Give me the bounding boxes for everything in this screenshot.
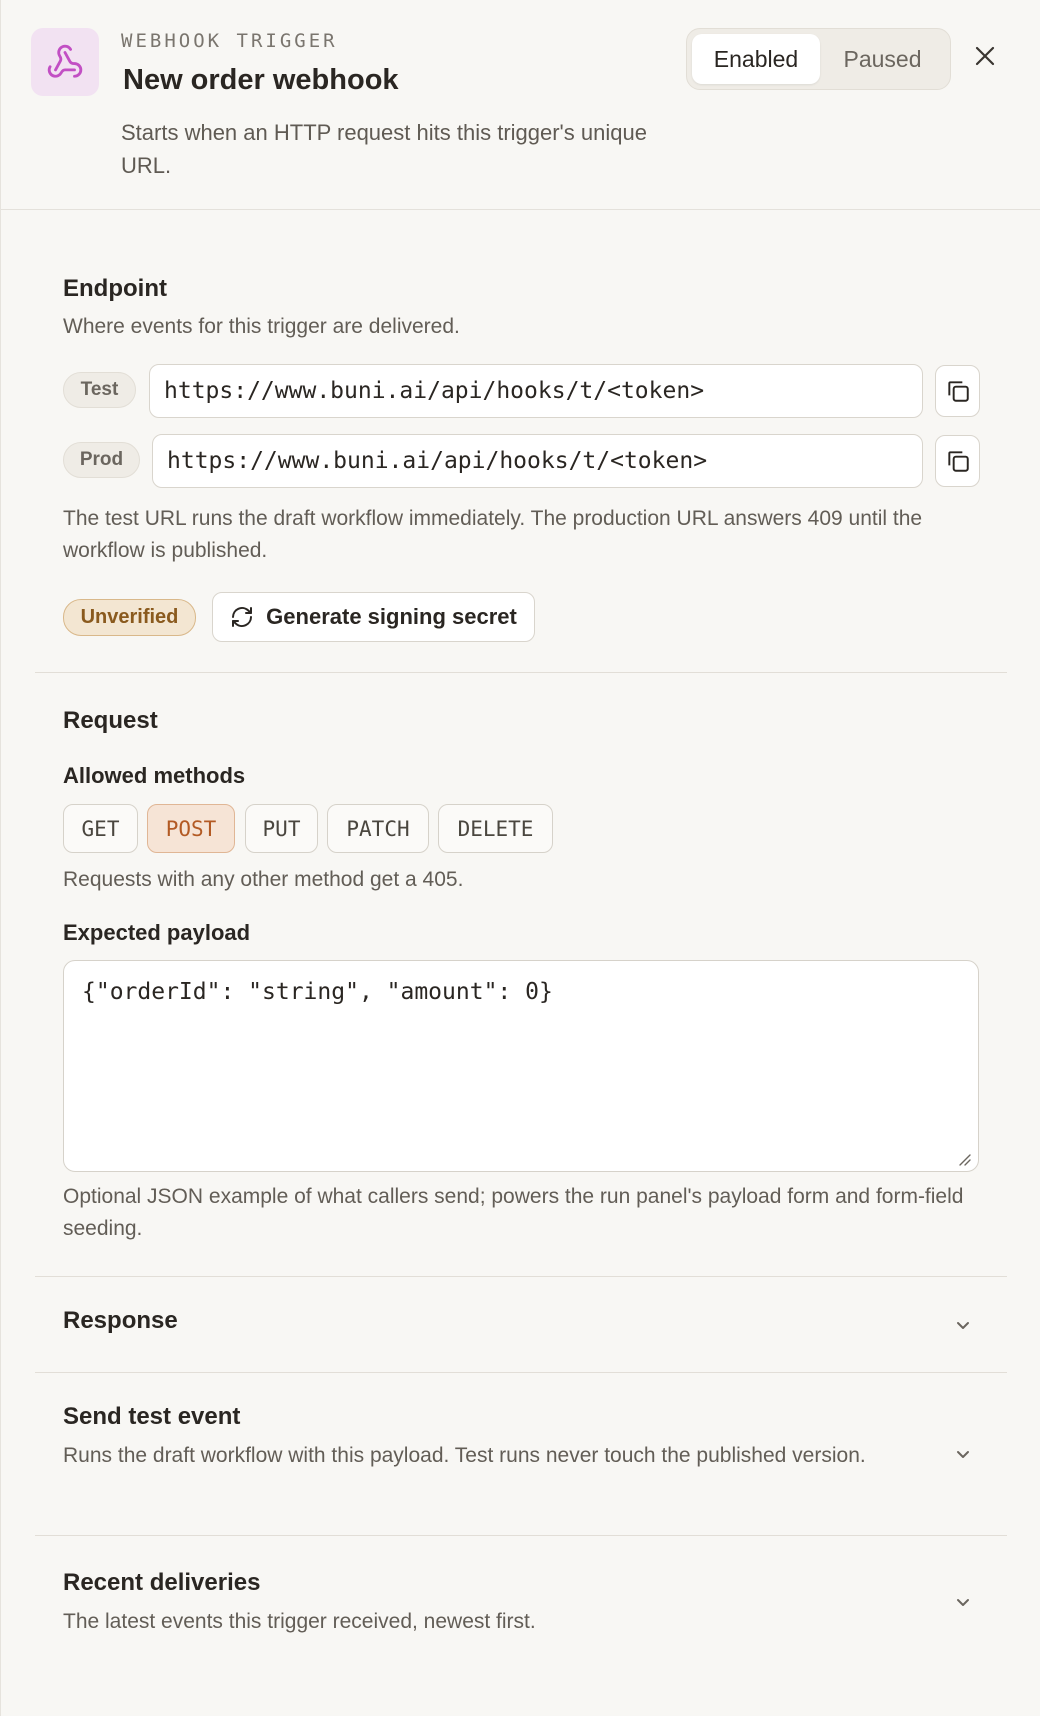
method-post-button[interactable]: POST (147, 804, 235, 853)
prod-env-badge: Prod (63, 442, 140, 478)
test-env-badge: Test (63, 372, 136, 408)
generate-signing-secret-button[interactable]: Generate signing secret (212, 592, 535, 642)
allowed-methods-label: Allowed methods (63, 763, 246, 788)
status-paused-button[interactable]: Paused (820, 34, 945, 84)
endpoint-heading: Endpoint (63, 275, 167, 302)
payload-note: Optional JSON example of what callers se… (63, 1185, 964, 1240)
response-section-toggle[interactable]: Response (35, 1277, 1007, 1372)
copy-icon (947, 451, 969, 472)
expected-payload-textarea[interactable]: {"orderId": "string", "amount": 0} (63, 960, 979, 1172)
panel-header: WEBHOOK TRIGGER New order webhook Starts… (1, 0, 1040, 210)
recent-deliveries-section-toggle[interactable]: Recent deliveries The latest events this… (35, 1536, 1007, 1666)
request-heading: Request (63, 707, 158, 734)
webhook-icon (31, 28, 99, 96)
close-button[interactable] (969, 40, 1001, 72)
send-test-section-toggle[interactable]: Send test event Runs the draft workflow … (35, 1373, 1007, 1535)
close-icon (975, 46, 995, 66)
test-url-input[interactable] (149, 364, 923, 418)
recent-deliveries-heading: Recent deliveries (63, 1569, 261, 1596)
webhook-trigger-panel: WEBHOOK TRIGGER New order webhook Starts… (0, 0, 1040, 1716)
copy-icon (947, 381, 969, 402)
endpoint-description: Where events for this trigger are delive… (63, 315, 460, 338)
expected-payload-label: Expected payload (63, 920, 251, 945)
panel-subtitle: Starts when an HTTP request hits this tr… (121, 120, 647, 178)
copy-test-url-button[interactable] (935, 365, 980, 417)
status-enabled-button[interactable]: Enabled (692, 34, 820, 84)
send-test-description: Runs the draft workflow with this payloa… (63, 1444, 866, 1467)
endpoint-note: The test URL runs the draft workflow imm… (63, 507, 923, 562)
method-delete-button[interactable]: DELETE (438, 804, 553, 853)
panel-eyebrow: WEBHOOK TRIGGER (121, 30, 338, 52)
resize-handle-icon[interactable] (956, 1151, 972, 1167)
refresh-icon (232, 607, 253, 627)
response-heading: Response (63, 1307, 178, 1334)
prod-url-input[interactable] (152, 434, 923, 488)
send-test-heading: Send test event (63, 1403, 241, 1430)
generate-button-label: Generate signing secret (266, 604, 517, 629)
verification-status-badge: Unverified (63, 599, 196, 636)
method-put-button[interactable]: PUT (245, 804, 318, 853)
chevron-down-icon (951, 1590, 975, 1614)
page-title: New order webhook (123, 64, 399, 96)
copy-prod-url-button[interactable] (935, 435, 980, 487)
section-divider (35, 672, 1007, 673)
method-patch-button[interactable]: PATCH (327, 804, 429, 853)
methods-note: Requests with any other method get a 405… (63, 868, 464, 891)
chevron-down-icon (951, 1313, 975, 1337)
status-toggle: Enabled Paused (686, 28, 951, 90)
recent-deliveries-description: The latest events this trigger received,… (63, 1610, 536, 1633)
method-get-button[interactable]: GET (63, 804, 138, 853)
chevron-down-icon (951, 1442, 975, 1466)
